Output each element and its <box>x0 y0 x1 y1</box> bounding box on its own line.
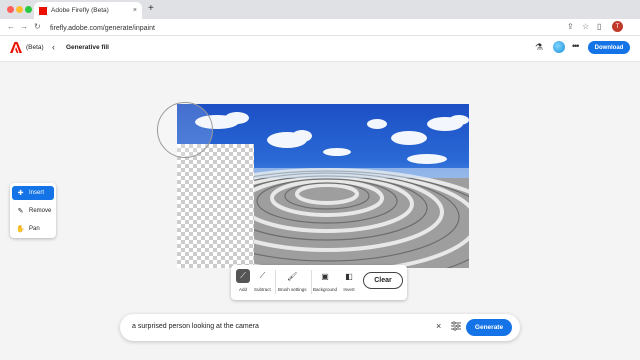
forward-arrow-icon[interactable]: → <box>20 22 28 31</box>
browser-profile-avatar[interactable]: T <box>612 21 623 32</box>
back-chevron-icon[interactable]: ‹ <box>52 42 55 52</box>
brush-subtract-icon: ⟋ <box>259 271 266 280</box>
download-button[interactable]: Download <box>588 41 630 54</box>
brush-cursor <box>157 102 213 158</box>
brush-icon: 🖌 <box>287 271 298 281</box>
settings-sliders-icon[interactable] <box>451 321 461 331</box>
tool-insert[interactable]: ✚ Insert <box>12 186 54 200</box>
add-label: Add <box>238 287 247 292</box>
tab-title: Adobe Firefly (Beta) <box>51 7 109 14</box>
remove-icon: ✎ <box>17 208 24 215</box>
tool-remove[interactable]: ✎ Remove <box>12 204 54 218</box>
page-title: Generative fill <box>66 44 109 51</box>
tool-pan[interactable]: ✋ Pan <box>12 222 54 236</box>
brush-add-icon: ⟋ <box>236 269 250 283</box>
clear-button[interactable]: Clear <box>363 272 403 289</box>
close-window-button[interactable] <box>7 6 14 13</box>
minimize-window-button[interactable] <box>16 6 23 13</box>
insert-icon: ✚ <box>17 190 24 197</box>
maximize-window-button[interactable] <box>25 6 32 13</box>
browser-tab-bar: Adobe Firefly (Beta) × + <box>0 0 640 19</box>
generate-button[interactable]: Generate <box>466 319 512 336</box>
flask-icon[interactable]: ⚗ <box>535 42 543 53</box>
share-icon[interactable]: ⇪ <box>567 22 574 31</box>
address-bar: ← → ↻ firefly.adobe.com/generate/inpaint… <box>0 19 640 36</box>
hand-icon: ✋ <box>16 226 25 233</box>
brush-settings-button[interactable]: 🖌 Brush settings <box>278 269 307 293</box>
reload-icon[interactable]: ↻ <box>34 22 41 31</box>
invert-button[interactable]: ◧ Invert <box>342 269 356 293</box>
beta-label: (Beta) <box>26 44 44 51</box>
bookmark-star-icon[interactable]: ☆ <box>582 22 589 31</box>
background-button[interactable]: ▣ Background <box>313 269 338 293</box>
clear-prompt-icon[interactable]: × <box>436 321 441 331</box>
url-text: firefly.adobe.com/generate/inpaint <box>50 24 155 32</box>
sidebar-icon[interactable]: ▯ <box>597 22 601 31</box>
more-options-icon[interactable]: ••• <box>572 41 580 51</box>
adobe-favicon-icon <box>39 6 47 15</box>
subtract-button[interactable]: ⟋ Subtract <box>254 269 271 292</box>
prompt-input[interactable]: a surprised person looking at the camera <box>132 323 259 330</box>
prompt-bar: a surprised person looking at the camera… <box>120 314 520 341</box>
brush-settings-label: Brush settings <box>278 287 307 292</box>
url-field[interactable]: firefly.adobe.com/generate/inpaint <box>50 22 548 34</box>
invert-icon: ◧ <box>345 271 353 281</box>
adobe-logo-icon[interactable] <box>10 42 22 53</box>
user-avatar[interactable] <box>553 41 565 53</box>
browser-tab[interactable]: Adobe Firefly (Beta) × <box>34 2 142 19</box>
toolbar-divider <box>275 270 276 294</box>
toolbar-divider <box>311 270 312 294</box>
background-label: Background <box>313 287 338 292</box>
edited-image[interactable] <box>177 104 469 268</box>
tool-insert-label: Insert <box>29 190 45 196</box>
subtract-label: Subtract <box>254 287 271 292</box>
tool-pan-label: Pan <box>29 226 40 232</box>
image-icon: ▣ <box>321 271 329 281</box>
invert-label: Invert <box>343 287 355 292</box>
tool-panel: ✚ Insert ✎ Remove ✋ Pan <box>10 183 56 238</box>
tool-remove-label: Remove <box>29 208 52 214</box>
back-arrow-icon[interactable]: ← <box>7 22 15 31</box>
tab-close-icon[interactable]: × <box>133 7 137 14</box>
brush-toolbar: ⟋ Add ⟋ Subtract 🖌 Brush settings ▣ Back… <box>231 265 407 300</box>
add-button[interactable]: ⟋ Add <box>236 269 250 292</box>
transparent-area <box>177 144 254 268</box>
new-tab-button[interactable]: + <box>148 3 154 14</box>
